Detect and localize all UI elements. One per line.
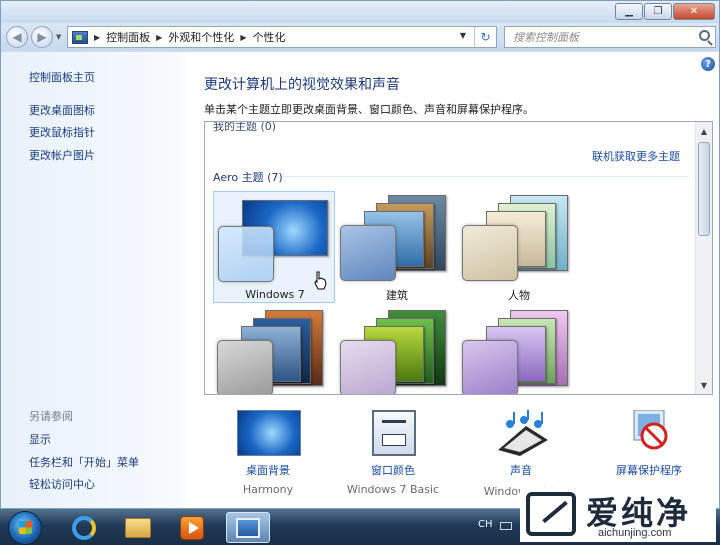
main-content: ? 更改计算机上的视觉效果和声音 单击某个主题立即更改桌面背景、窗口颜色、声音和… (185, 52, 719, 508)
sound-music-icon (498, 410, 548, 456)
page-description: 单击某个主题立即更改桌面背景、窗口颜色、声音和屏幕保护程序。 (204, 103, 534, 116)
theme-name: 建筑 (386, 289, 408, 302)
window-color-icon (372, 410, 416, 456)
personalization-window: ▁ ❐ ✕ ◀ ▶ ▼ ▶ 控制面板 ▶ 外观和个性化 ▶ 个性化 ▼ ↻ 搜索… (0, 0, 720, 508)
language-indicator[interactable]: CH (478, 519, 493, 530)
theme-gallery-scrollbar[interactable]: ▲ ▼ (695, 122, 712, 394)
restore-icon: ❐ (653, 6, 663, 17)
theme-color-swatch (218, 226, 274, 282)
back-arrow-icon: ◀ (12, 30, 22, 44)
theme-color-swatch (340, 340, 396, 394)
my-themes-heading: 我的主题 (0) (213, 121, 277, 133)
search-input[interactable]: 搜索控制面板 (504, 26, 716, 48)
internet-explorer-icon (72, 515, 96, 540)
taskbar-control-panel[interactable] (226, 512, 270, 543)
theme-gallery: 我的主题 (0) 联机获取更多主题 Aero 主题 (7) Windows 7 … (204, 121, 713, 395)
breadcrumb-appearance[interactable]: 外观和个性化 (168, 29, 234, 45)
theme-name: 人物 (508, 289, 530, 302)
theme-color-swatch (462, 340, 518, 394)
watermark-url: aichunjing.com (598, 527, 672, 539)
address-bar[interactable]: ▶ 控制面板 ▶ 外观和个性化 ▶ 个性化 ▼ ↻ (67, 26, 497, 48)
hand-pointer-icon (314, 271, 327, 290)
start-button[interactable] (8, 511, 42, 545)
control-panel-icon (236, 517, 260, 538)
theme-scenes[interactable] (458, 306, 580, 394)
sidebar-link-account-picture[interactable]: 更改帐户图片 (29, 147, 95, 163)
theme-landscapes[interactable] (213, 306, 335, 394)
navigation-bar: ◀ ▶ ▼ ▶ 控制面板 ▶ 外观和个性化 ▶ 个性化 ▼ ↻ 搜索控制面板 (1, 23, 719, 51)
breadcrumb-personalization[interactable]: 个性化 (252, 29, 285, 45)
see-also-heading: 另请参阅 (29, 410, 73, 423)
setting-value: Windows 7 Basic (346, 483, 440, 496)
forward-arrow-icon: ▶ (37, 30, 47, 44)
setting-label: 声音 (510, 464, 532, 477)
see-also-ease-of-access[interactable]: 轻松访问中心 (29, 476, 95, 492)
page-title: 更改计算机上的视觉效果和声音 (204, 77, 400, 93)
theme-color-swatch (340, 225, 396, 281)
close-button[interactable]: ✕ (673, 3, 715, 20)
back-button[interactable]: ◀ (6, 26, 28, 48)
watermark-logo-icon (526, 492, 576, 536)
theme-architecture[interactable]: 建筑 (336, 191, 458, 303)
recent-pages-dropdown[interactable]: ▼ (56, 33, 61, 41)
desktop-background-icon (237, 410, 301, 456)
theme-characters[interactable]: 人物 (458, 191, 580, 303)
taskbar-internet-explorer[interactable] (62, 512, 106, 543)
address-dropdown-icon[interactable]: ▼ (460, 31, 466, 40)
minimize-icon: ▁ (625, 6, 633, 17)
setting-label: 窗口颜色 (371, 464, 415, 477)
theme-color-swatch (217, 340, 273, 394)
title-bar[interactable]: ▁ ❐ ✕ (1, 1, 719, 23)
sidebar-link-control-panel-home[interactable]: 控制面板主页 (29, 69, 95, 85)
breadcrumb-control-panel[interactable]: 控制面板 (106, 29, 150, 45)
breadcrumb-separator-icon[interactable]: ▶ (240, 33, 246, 42)
search-placeholder: 搜索控制面板 (513, 31, 579, 44)
scroll-up-icon[interactable]: ▲ (698, 125, 710, 137)
search-icon[interactable] (699, 30, 710, 41)
see-also-display[interactable]: 显示 (29, 431, 51, 447)
close-icon: ✕ (689, 6, 699, 17)
taskbar-media-player[interactable] (170, 512, 214, 543)
folder-icon (125, 517, 151, 538)
scroll-down-icon[interactable]: ▼ (698, 379, 710, 391)
window-controls: ▁ ❐ ✕ (614, 3, 715, 20)
see-also-taskbar[interactable]: 任务栏和「开始」菜单 (29, 454, 139, 470)
setting-label: 桌面背景 (246, 464, 290, 477)
refresh-icon: ↻ (480, 30, 491, 44)
watermark: 爱纯净 aichunjing.com (520, 486, 716, 542)
theme-color-swatch (462, 225, 518, 281)
section-divider (283, 176, 689, 177)
scrollbar-thumb[interactable] (698, 142, 710, 236)
taskbar-windows-explorer[interactable] (116, 512, 160, 543)
sidebar: 控制面板主页 更改桌面图标 更改鼠标指针 更改帐户图片 另请参阅 显示 任务栏和… (1, 52, 185, 508)
sidebar-link-desktop-icons[interactable]: 更改桌面图标 (29, 102, 95, 118)
theme-nature[interactable] (336, 306, 458, 394)
aero-themes-heading: Aero 主题 (7) (213, 171, 283, 184)
forward-button[interactable]: ▶ (31, 26, 53, 48)
help-icon[interactable]: ? (701, 57, 715, 71)
maximize-button[interactable]: ❐ (644, 3, 672, 20)
screen-saver-icon (633, 410, 668, 450)
minimize-button[interactable]: ▁ (615, 3, 643, 20)
get-more-themes-link[interactable]: 联机获取更多主题 (592, 148, 680, 164)
breadcrumb-separator-icon[interactable]: ▶ (156, 33, 162, 42)
media-player-icon (180, 515, 204, 540)
setting-value: Harmony (242, 483, 294, 496)
breadcrumb-separator-icon[interactable]: ▶ (94, 33, 100, 42)
control-panel-icon (72, 30, 88, 44)
setting-label: 屏幕保护程序 (616, 464, 682, 477)
window-color-setting[interactable]: 窗口颜色 Windows 7 Basic (332, 406, 454, 506)
refresh-button[interactable]: ↻ (474, 27, 496, 47)
desktop-background-setting[interactable]: 桌面背景 Harmony (207, 406, 329, 506)
sidebar-link-mouse-pointers[interactable]: 更改鼠标指针 (29, 124, 95, 140)
keyboard-icon[interactable] (500, 522, 512, 530)
